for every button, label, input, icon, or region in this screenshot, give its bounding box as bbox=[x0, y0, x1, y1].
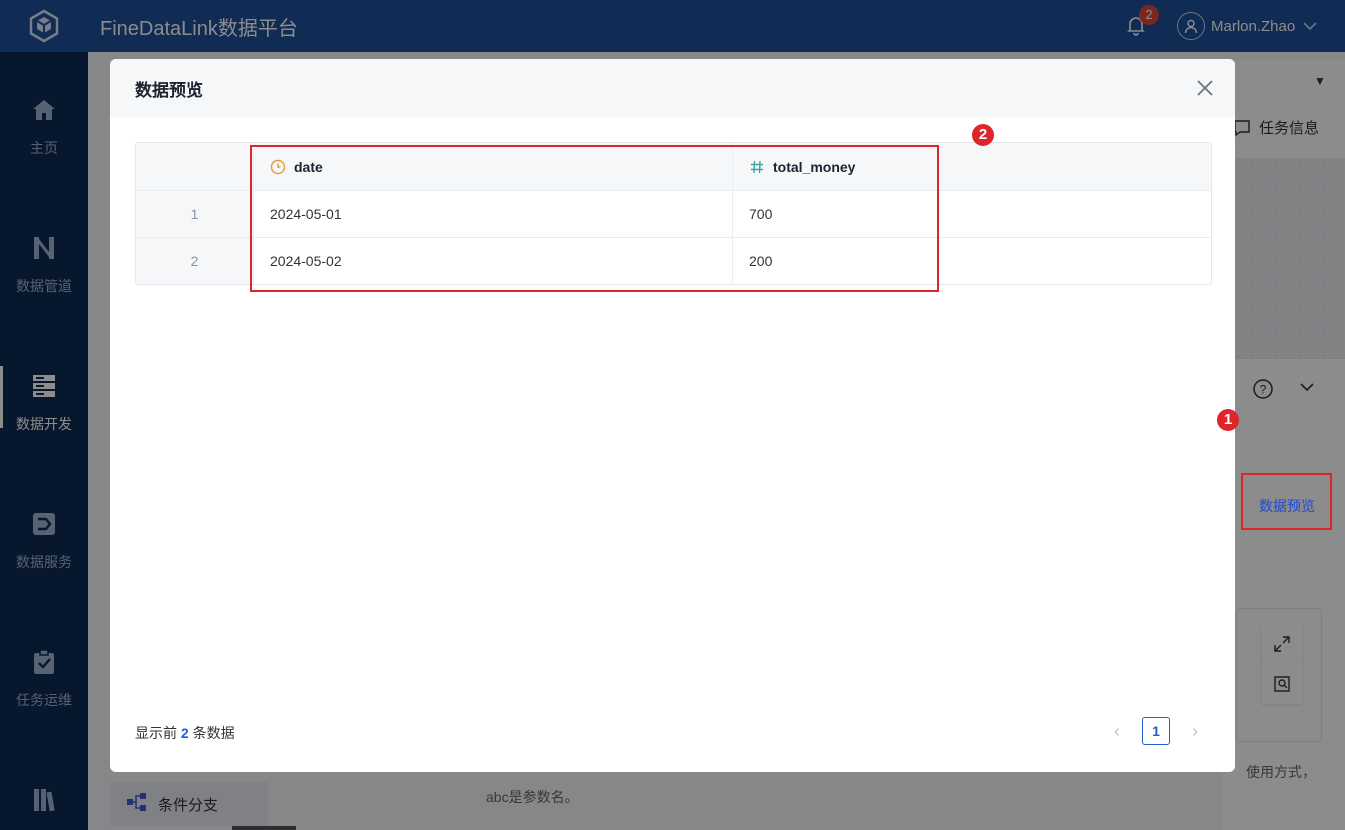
close-icon[interactable] bbox=[1195, 78, 1215, 98]
next-page-icon[interactable]: › bbox=[1180, 721, 1210, 742]
summary-prefix: 显示前 bbox=[135, 725, 177, 741]
page-number-current[interactable]: 1 bbox=[1142, 717, 1170, 745]
step-marker-1: 1 bbox=[1217, 409, 1239, 431]
row-index: 2 bbox=[136, 238, 254, 284]
dialog-header: 数据预览 bbox=[110, 59, 1235, 117]
prev-page-icon[interactable]: ‹ bbox=[1102, 721, 1132, 742]
row-index: 1 bbox=[136, 191, 254, 237]
summary-count: 2 bbox=[180, 725, 189, 741]
data-preview-tab-label[interactable]: 数据预览 bbox=[1259, 496, 1315, 516]
pagination: ‹ 1 › bbox=[1102, 717, 1210, 745]
highlight-box-table-columns bbox=[250, 145, 939, 292]
row-count-summary: 显示前 2 条数据 bbox=[135, 723, 235, 743]
step-marker-2: 2 bbox=[972, 124, 994, 146]
summary-suffix: 条数据 bbox=[192, 725, 235, 741]
index-header bbox=[136, 143, 254, 190]
dialog-title: 数据预览 bbox=[135, 80, 203, 100]
